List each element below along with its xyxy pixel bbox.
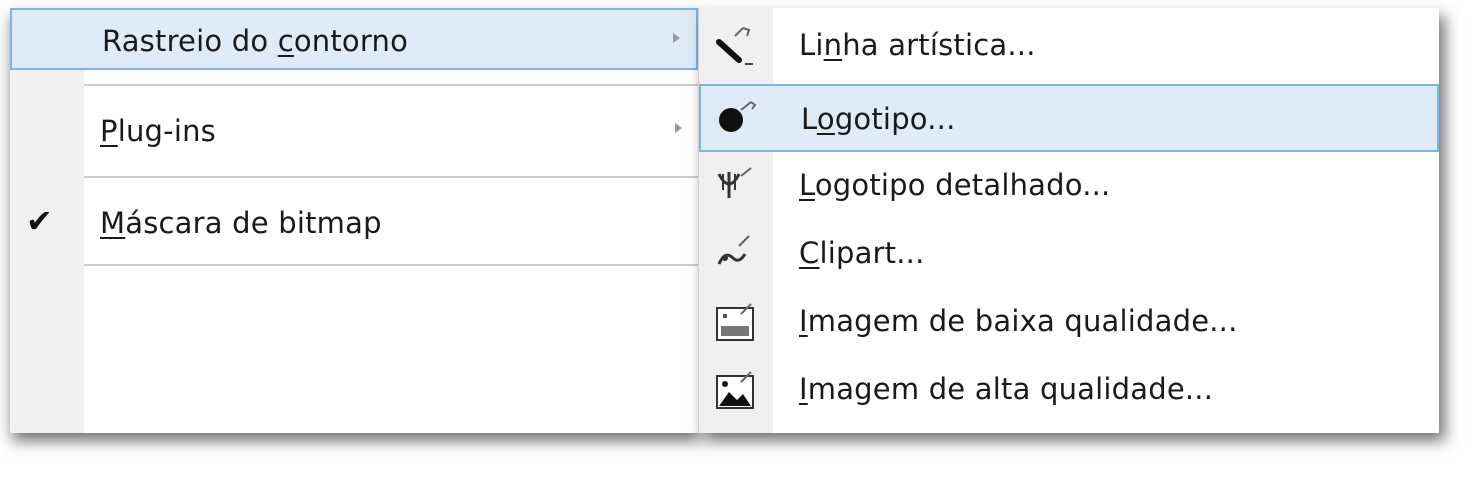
- submenu-item-label: Logotipo detalhado...: [799, 168, 1111, 202]
- submenu-item-label: Linha artística...: [799, 28, 1036, 62]
- menu-item-label: Rastreio do contorno: [102, 24, 409, 58]
- submenu-item-label: Imagem de alta qualidade...: [799, 372, 1214, 406]
- high-quality-image-trace-icon: [713, 368, 759, 412]
- submenu-item-clipart[interactable]: Clipart...: [699, 220, 1439, 288]
- menu-item-outline-trace[interactable]: Rastreio do contorno: [10, 8, 698, 70]
- checkmark-icon: ✔: [26, 202, 53, 240]
- clipart-trace-icon: [713, 232, 759, 276]
- submenu-item-detailed-logo[interactable]: Logotipo detalhado...: [699, 152, 1439, 220]
- low-quality-image-trace-icon: [713, 300, 759, 344]
- menu-item-label: Máscara de bitmap: [100, 206, 382, 240]
- submenu-item-line-art[interactable]: Linha artística...: [699, 12, 1439, 80]
- menu-item-label: Plug-ins: [100, 114, 216, 148]
- menu-separator: [84, 84, 698, 86]
- logo-trace-icon: [715, 98, 761, 142]
- menu-item-plugins[interactable]: Plug-ins: [10, 100, 698, 162]
- main-context-menu: Rastreio do contorno Plug-ins ✔ Máscara …: [10, 8, 698, 433]
- submenu-item-label: Imagem de baixa qualidade...: [799, 304, 1238, 338]
- submenu-arrow-icon: [673, 33, 680, 43]
- submenu-item-logo[interactable]: Logotipo...: [699, 84, 1439, 152]
- submenu-item-high-quality-image[interactable]: Imagem de alta qualidade...: [699, 356, 1439, 424]
- submenu-item-label: Logotipo...: [801, 102, 956, 136]
- menu-separator: [84, 264, 698, 266]
- outline-trace-submenu: Linha artística... Logotipo... Logotipo …: [698, 8, 1439, 433]
- line-art-trace-icon: [713, 24, 759, 68]
- submenu-item-low-quality-image[interactable]: Imagem de baixa qualidade...: [699, 288, 1439, 356]
- submenu-item-label: Clipart...: [799, 236, 925, 270]
- menu-item-bitmap-mask[interactable]: ✔ Máscara de bitmap: [10, 192, 698, 254]
- detailed-logo-trace-icon: [713, 164, 759, 208]
- submenu-arrow-icon: [675, 123, 682, 133]
- menu-separator: [84, 176, 698, 178]
